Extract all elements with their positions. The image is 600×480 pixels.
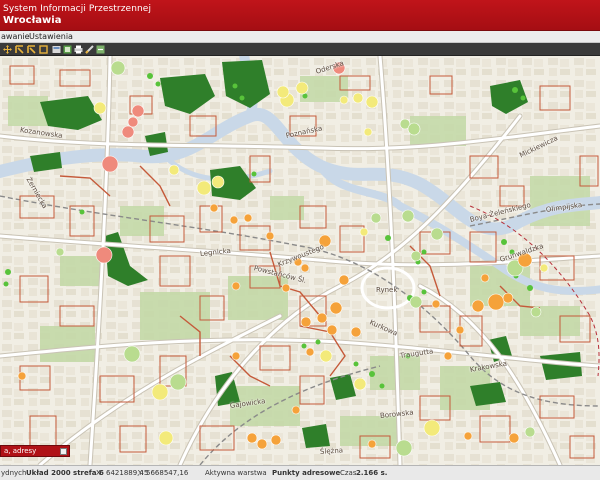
zoom-in-icon[interactable]	[15, 45, 24, 54]
zoom-extent-icon[interactable]	[39, 45, 48, 54]
time-label: Czas	[340, 469, 357, 477]
menu-item-settings[interactable]: Ustawienia	[29, 32, 73, 41]
active-layer-value: Punkty adresowe	[272, 469, 341, 477]
coord-system-value: Układ 2000 strefa 6	[26, 469, 104, 477]
app-window: System Informacji Przestrzennej Wrocławi…	[0, 0, 600, 480]
layers-icon[interactable]	[52, 45, 61, 54]
legend-icon[interactable]	[63, 45, 72, 54]
y-coord-value: 5668547,16	[146, 469, 189, 477]
pan-icon[interactable]	[3, 45, 12, 54]
menu-bar: awanie Ustawienia	[0, 31, 600, 43]
x-coord-label: X:	[96, 469, 104, 477]
street-label: Rynek	[376, 286, 398, 294]
header-title: System Informacji Przestrzennej	[3, 4, 152, 14]
map-toolbar	[0, 43, 600, 56]
street-label: Ślężna	[319, 446, 344, 456]
print-icon[interactable]	[74, 45, 83, 54]
close-icon[interactable]	[60, 448, 67, 455]
time-value: 2.166 s.	[356, 469, 388, 477]
active-layer-label: Aktywna warstwa	[205, 469, 267, 477]
y-coord-label: Y:	[138, 469, 144, 477]
header-city: Wrocławia	[3, 15, 62, 26]
map-canvas[interactable]: Oderska Kozanowska Żerniecka Poznańska L…	[0, 56, 600, 465]
status-bar: ydnych Układ 2000 strefa 6 X: 6421889,45…	[0, 465, 600, 480]
menu-item-view[interactable]: awanie	[1, 32, 30, 41]
coord-system-label: ydnych	[1, 469, 27, 477]
export-icon[interactable]	[96, 45, 105, 54]
search-input[interactable]: a, adresy	[4, 447, 36, 455]
zoom-out-icon[interactable]	[27, 45, 36, 54]
search-box[interactable]: a, adresy	[0, 445, 70, 457]
measure-icon[interactable]	[85, 45, 94, 54]
app-header: System Informacji Przestrzennej Wrocławi…	[0, 0, 600, 31]
